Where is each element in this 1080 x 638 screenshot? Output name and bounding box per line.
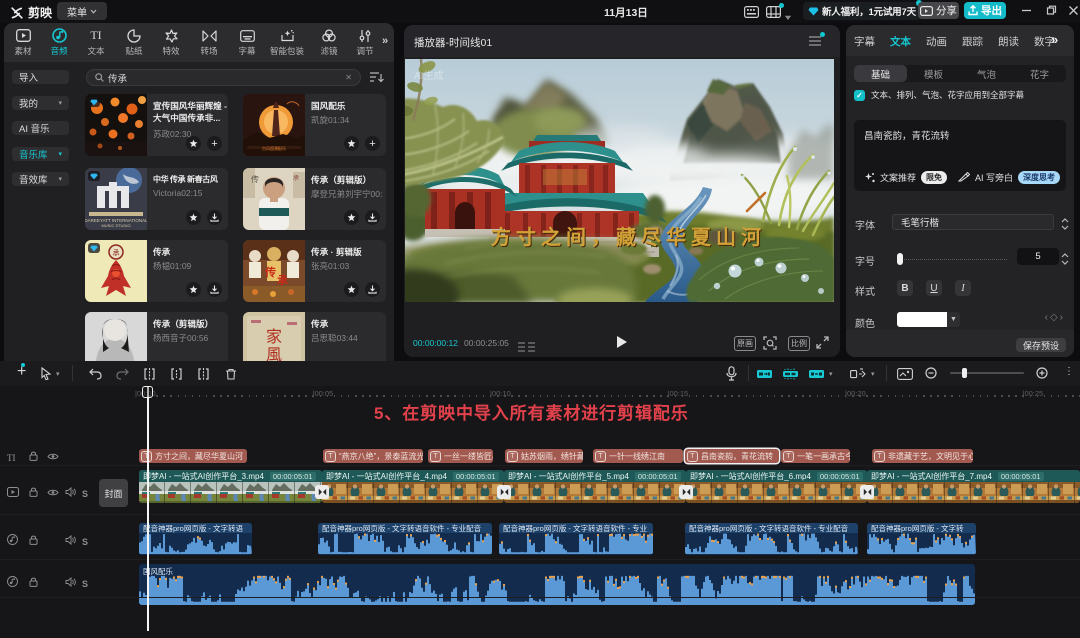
svg-text:古风国潮配乐: 古风国潮配乐 [262, 145, 286, 151]
svg-text:承: 承 [113, 248, 120, 257]
svg-text:传: 传 [251, 174, 259, 184]
svg-text:方寸之间，藏尽华夏山河: 方寸之间，藏尽华夏山河 [491, 225, 766, 249]
svg-text:传: 传 [264, 265, 276, 279]
svg-text:家: 家 [266, 328, 282, 346]
svg-text:承: 承 [293, 174, 299, 182]
svg-text:MUSIC STUDIO: MUSIC STUDIO [101, 223, 130, 228]
svg-text:承: 承 [277, 273, 289, 287]
svg-text:AI生成: AI生成 [414, 69, 443, 82]
